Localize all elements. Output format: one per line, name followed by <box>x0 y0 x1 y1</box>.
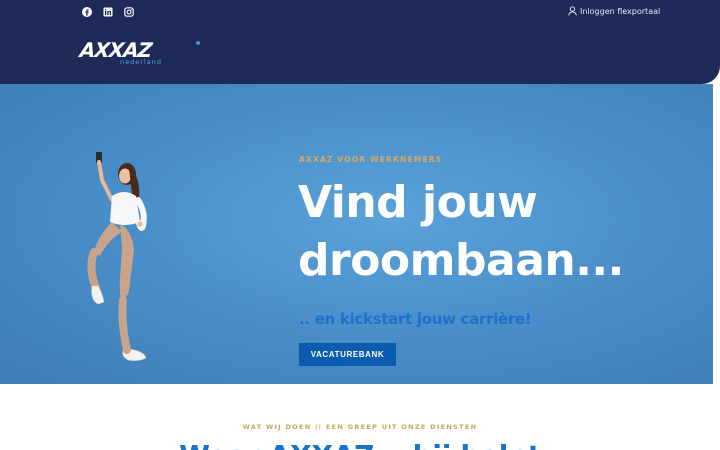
logo-dot <box>196 41 200 45</box>
facebook-icon[interactable] <box>82 7 92 17</box>
instagram-icon[interactable] <box>124 7 134 17</box>
hero-headline-line1: Vind jouw <box>298 177 538 228</box>
hero-headline: Vind jouw droombaan... <box>298 174 678 290</box>
services-title-wrapper: Waar AXXAZ u bij helpt <box>0 438 720 450</box>
hero-eyebrow: AXXAZ VOOR WERKNEMERS <box>299 155 443 164</box>
vacaturebank-button[interactable]: VACATUREBANK <box>299 343 396 366</box>
hero-headline-line2: droombaan... <box>298 235 624 286</box>
login-flexportaal-link[interactable]: Inloggen flexportaal <box>568 6 660 16</box>
axxaz-logo[interactable]: AXXAZ nederland <box>78 38 202 68</box>
user-icon <box>568 6 577 16</box>
hero-woman-image <box>87 152 147 361</box>
hero-subline: .. en kickstart jouw carrière! <box>299 310 532 328</box>
linkedin-icon[interactable] <box>103 7 113 17</box>
logo-word: AXXAZ <box>78 38 153 62</box>
logo-subtitle: nederland <box>120 58 162 66</box>
services-title: Waar AXXAZ u bij helpt <box>0 442 720 450</box>
login-label: Inloggen flexportaal <box>580 6 661 16</box>
social-links <box>82 7 134 17</box>
site-header: Inloggen flexportaal AXXAZ nederland <box>0 0 720 84</box>
services-eyebrow: WAT WIJ DOEN || EEN GREEP UIT ONZE DIENS… <box>242 423 478 431</box>
